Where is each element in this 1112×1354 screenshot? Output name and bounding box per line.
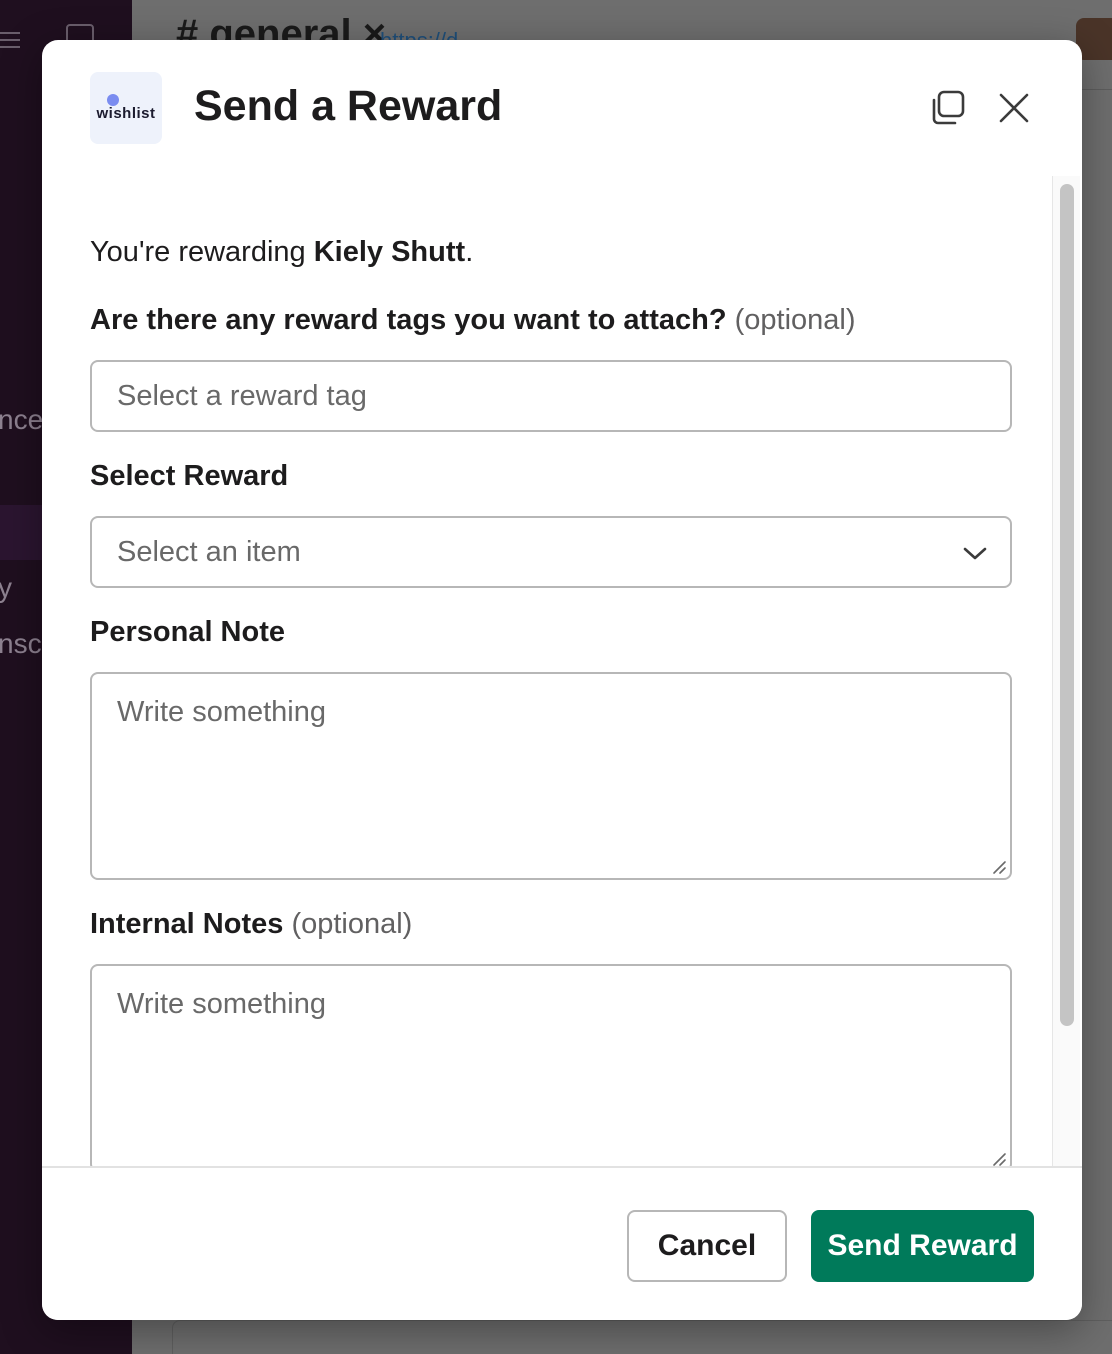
modal-title: Send a Reward xyxy=(194,82,503,130)
sidebar-fragment: nce xyxy=(0,404,44,435)
recipient-name: Kiely Shutt xyxy=(313,236,466,268)
select-reward-dropdown[interactable]: Select an item xyxy=(90,516,1012,588)
cancel-button[interactable]: Cancel xyxy=(627,1210,787,1282)
resize-grip-icon[interactable] xyxy=(991,1151,1007,1167)
optional-hint: (optional) xyxy=(734,304,856,336)
select-reward-placeholder: Select an item xyxy=(117,536,301,568)
reward-intro: You're rewarding Kiely Shutt. xyxy=(90,236,473,269)
wishlist-logo: wishlist xyxy=(90,72,162,144)
select-reward-label: Select Reward xyxy=(90,460,289,492)
logo-text: wishlist xyxy=(96,105,156,122)
copy-icon[interactable] xyxy=(928,88,968,128)
internal-notes-label-text: Internal Notes xyxy=(90,908,284,940)
personal-note-placeholder: Write something xyxy=(117,696,326,728)
intro-prefix: You're rewarding xyxy=(90,236,314,268)
modal-body: You're rewarding Kiely Shutt. Are there … xyxy=(42,176,1082,1172)
scrollbar-thumb[interactable] xyxy=(1060,184,1074,1026)
internal-notes-label: Internal Notes (optional) xyxy=(90,908,412,941)
send-reward-button[interactable]: Send Reward xyxy=(811,1210,1034,1282)
personal-note-label: Personal Note xyxy=(90,616,285,648)
intro-suffix: . xyxy=(465,236,474,268)
sidebar-fragment: y xyxy=(0,572,12,603)
sidebar-fragment: nsc xyxy=(0,628,42,659)
reward-tag-placeholder: Select a reward tag xyxy=(117,380,367,412)
internal-notes-textarea[interactable]: Write something xyxy=(90,964,1012,1172)
menu-icon xyxy=(0,32,20,53)
optional-hint: (optional) xyxy=(291,908,413,940)
close-icon[interactable] xyxy=(994,88,1034,128)
resize-grip-icon[interactable] xyxy=(991,859,1007,875)
chevron-down-icon xyxy=(963,547,987,560)
personal-note-textarea[interactable]: Write something xyxy=(90,672,1012,880)
composer-toolbar xyxy=(172,1320,1112,1354)
modal-scrollbar[interactable] xyxy=(1052,176,1080,1166)
send-reward-modal: wishlist Send a Reward You're rewarding … xyxy=(42,40,1082,1320)
modal-footer: Cancel Send Reward xyxy=(42,1166,1082,1320)
internal-notes-placeholder: Write something xyxy=(117,988,326,1020)
reward-tag-select[interactable]: Select a reward tag xyxy=(90,360,1012,432)
reward-tags-label-text: Are there any reward tags you want to at… xyxy=(90,304,727,336)
modal-header: wishlist Send a Reward xyxy=(42,40,1082,176)
reward-tags-label: Are there any reward tags you want to at… xyxy=(90,304,856,337)
